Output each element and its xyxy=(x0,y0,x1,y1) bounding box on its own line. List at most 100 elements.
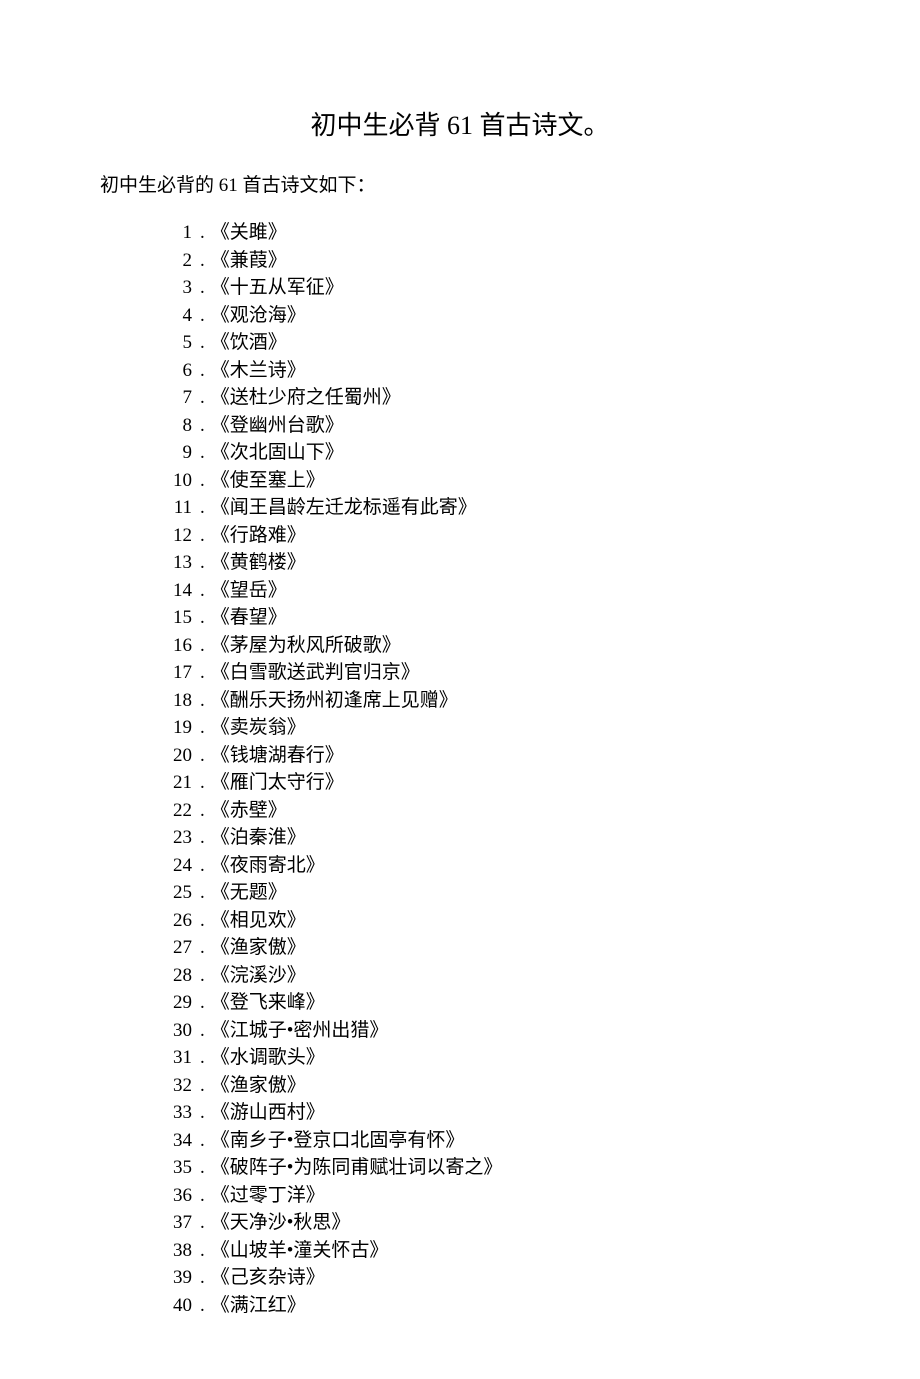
list-item-dot: . xyxy=(200,329,205,357)
list-item-dot: . xyxy=(200,1044,205,1072)
list-item-number: 34 xyxy=(160,1127,192,1155)
list-item-title: 《饮酒》 xyxy=(211,332,287,353)
list-item-number: 33 xyxy=(160,1099,192,1127)
list-item-title: 《山坡羊•潼关怀古》 xyxy=(211,1240,389,1261)
list-item-dot: . xyxy=(200,852,205,880)
list-item-title: 《行路难》 xyxy=(211,525,306,546)
list-item-number: 25 xyxy=(160,879,192,907)
list-item: 38.《山坡羊•潼关怀古》 xyxy=(160,1237,820,1265)
list-item-number: 40 xyxy=(160,1292,192,1320)
list-item-title: 《卖炭翁》 xyxy=(211,717,306,738)
list-item-dot: . xyxy=(200,1154,205,1182)
list-item-title: 《破阵子•为陈同甫赋壮词以寄之》 xyxy=(211,1157,503,1178)
list-item-number: 1 xyxy=(160,219,192,247)
list-item-title: 《春望》 xyxy=(211,607,287,628)
list-item-number: 36 xyxy=(160,1182,192,1210)
list-item-title: 《观沧海》 xyxy=(211,305,306,326)
list-item-title: 《江城子•密州出猎》 xyxy=(211,1020,389,1041)
list-item-number: 32 xyxy=(160,1072,192,1100)
list-item-number: 17 xyxy=(160,659,192,687)
list-item-number: 4 xyxy=(160,302,192,330)
list-item-title: 《登飞来峰》 xyxy=(211,992,325,1013)
list-item-title: 《兼葭》 xyxy=(211,250,287,271)
list-item-title: 《钱塘湖春行》 xyxy=(211,745,344,766)
list-item-title: 《无题》 xyxy=(211,882,287,903)
list-item-dot: . xyxy=(200,1237,205,1265)
list-item: 24. 《夜雨寄北》 xyxy=(160,852,820,880)
list-item-title: 《闻王昌龄左迁龙标遥有此寄》 xyxy=(211,497,477,518)
list-item-dot: . xyxy=(200,962,205,990)
list-item-title: 《游山西村》 xyxy=(211,1102,325,1123)
list-item-title: 《酬乐天扬州初逢席上见赠》 xyxy=(211,690,458,711)
list-item: 40.《满江红》 xyxy=(160,1292,820,1320)
list-item-title: 《望岳》 xyxy=(211,580,287,601)
list-item: 31.《水调歌头》 xyxy=(160,1044,820,1072)
list-item-number: 13 xyxy=(160,549,192,577)
list-item-dot: . xyxy=(200,1264,205,1292)
list-item-title: 《十五从军征》 xyxy=(211,277,344,298)
list-item-dot: . xyxy=(200,659,205,687)
list-item-dot: . xyxy=(200,247,205,275)
list-item: 30. 《江城子•密州出猎》 xyxy=(160,1017,820,1045)
list-item-title: 《天净沙•秋思》 xyxy=(211,1212,351,1233)
list-item: 19.《卖炭翁》 xyxy=(160,714,820,742)
list-item-number: 2 xyxy=(160,247,192,275)
list-item-number: 39 xyxy=(160,1264,192,1292)
list-item-title: 《泊秦淮》 xyxy=(211,827,306,848)
list-item-number: 11 xyxy=(160,494,192,522)
list-item-number: 16 xyxy=(160,632,192,660)
list-item-dot: . xyxy=(200,1017,205,1045)
list-item-title: 《雁门太守行》 xyxy=(211,772,344,793)
list-item: 2. 《兼葭》 xyxy=(160,247,820,275)
list-item: 25. 《无题》 xyxy=(160,879,820,907)
list-item: 27.《渔家傲》 xyxy=(160,934,820,962)
list-item-number: 9 xyxy=(160,439,192,467)
list-item-title: 《送杜少府之任蜀州》 xyxy=(211,387,401,408)
list-item-title: 《己亥杂诗》 xyxy=(211,1267,325,1288)
list-item: 10.《使至塞上》 xyxy=(160,467,820,495)
list-item-title: 《黄鹤楼》 xyxy=(211,552,306,573)
list-item-title: 《白雪歌送武判官归京》 xyxy=(211,662,420,683)
list-item: 35.《破阵子•为陈同甫赋壮词以寄之》 xyxy=(160,1154,820,1182)
list-item-title: 《使至塞上》 xyxy=(211,470,325,491)
list-item-title: 《渔家傲》 xyxy=(211,1075,306,1096)
list-item-title: 《茅屋为秋风所破歌》 xyxy=(211,635,401,656)
list-item-number: 30 xyxy=(160,1017,192,1045)
list-item-dot: . xyxy=(200,879,205,907)
list-item-dot: . xyxy=(200,989,205,1017)
list-item-number: 24 xyxy=(160,852,192,880)
list-item-title: 《水调歌头》 xyxy=(211,1047,325,1068)
list-item: 32.《渔家傲》 xyxy=(160,1072,820,1100)
list-item: 8.《登幽州台歌》 xyxy=(160,412,820,440)
list-item-number: 21 xyxy=(160,769,192,797)
list-item: 17. 《白雪歌送武判官归京》 xyxy=(160,659,820,687)
list-item-title: 《夜雨寄北》 xyxy=(211,855,325,876)
list-item-dot: . xyxy=(200,824,205,852)
list-item-title: 《南乡子•登京口北固亭有怀》 xyxy=(211,1130,465,1151)
list-item-title: 《浣溪沙》 xyxy=(211,965,306,986)
list-item-title: 《登幽州台歌》 xyxy=(211,415,344,436)
list-item-title: 《赤壁》 xyxy=(211,800,287,821)
list-item-dot: . xyxy=(200,1292,205,1320)
list-item-title: 《渔家傲》 xyxy=(211,937,306,958)
list-item-dot: . xyxy=(200,302,205,330)
list-item-dot: . xyxy=(200,769,205,797)
list-item-dot: . xyxy=(200,357,205,385)
page-title: 初中生必背 61 首古诗文。 xyxy=(100,105,820,142)
list-item-dot: . xyxy=(200,687,205,715)
list-item-dot: . xyxy=(200,412,205,440)
list-item-number: 27 xyxy=(160,934,192,962)
list-item: 6.《木兰诗》 xyxy=(160,357,820,385)
list-item: 4. 《观沧海》 xyxy=(160,302,820,330)
list-item-number: 14 xyxy=(160,577,192,605)
list-item-number: 3 xyxy=(160,274,192,302)
poem-list: 1.《关雎》2.《兼葭》3.《十五从军征》4.《观沧海》5.《饮酒》6.《木兰诗… xyxy=(160,219,820,1319)
list-item-number: 6 xyxy=(160,357,192,385)
list-item: 15.《春望》 xyxy=(160,604,820,632)
list-item-number: 28 xyxy=(160,962,192,990)
list-item: 9.《次北固山下》 xyxy=(160,439,820,467)
list-item-number: 29 xyxy=(160,989,192,1017)
list-item: 13.《黄鹤楼》 xyxy=(160,549,820,577)
list-item-title: 《相见欢》 xyxy=(211,910,306,931)
list-item: 34.《南乡子•登京口北固亭有怀》 xyxy=(160,1127,820,1155)
